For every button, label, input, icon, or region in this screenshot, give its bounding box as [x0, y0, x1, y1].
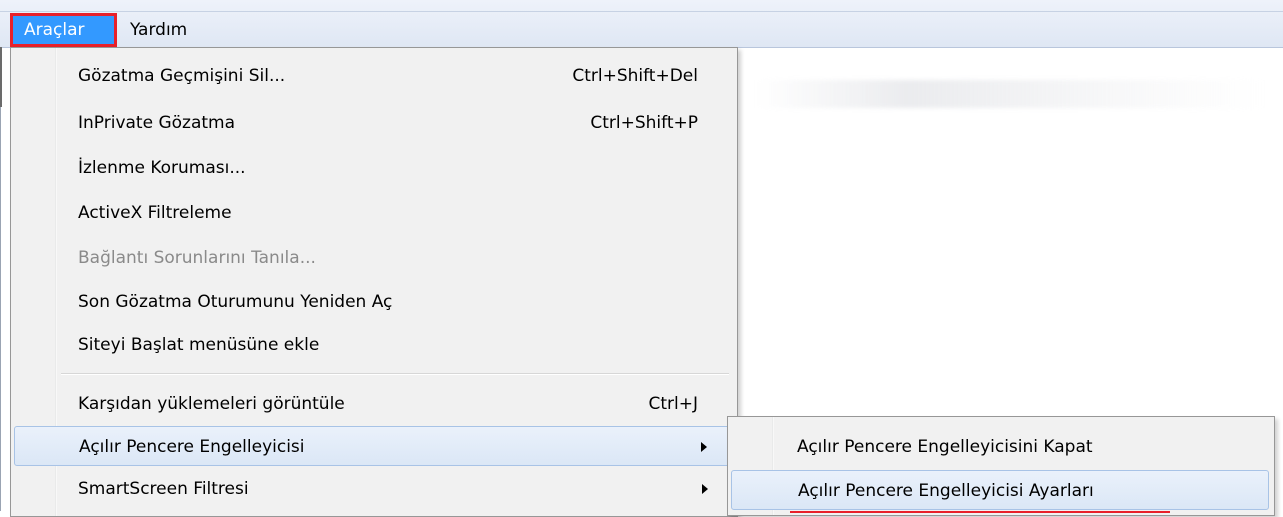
submenu-item-popup-blocker-settings[interactable]: Açılır Pencere Engelleyicisi Ayarları — [731, 470, 1269, 510]
menu-item-view-downloads[interactable]: Karşıdan yüklemeleri görüntüle Ctrl+J — [14, 384, 732, 424]
menu-item-reopen-last-session[interactable]: Son Gözatma Oturumunu Yeniden Aç — [14, 282, 732, 322]
menu-item-diagnose-connection: Bağlantı Sorunlarını Tanıla... — [14, 238, 732, 278]
menu-item-label: Bağlantı Sorunlarını Tanıla... — [78, 248, 316, 268]
menu-item-label: İzlenme Koruması... — [78, 158, 246, 178]
menu-item-shortcut: Ctrl+J — [648, 394, 698, 414]
page-content-faded — [755, 80, 1265, 108]
menu-item-label: Açılır Pencere Engelleyicisi — [79, 437, 305, 457]
menu-item-label: InPrivate Gözatma — [78, 113, 236, 133]
menu-item-label: Karşıdan yüklemeleri görüntüle — [78, 394, 345, 414]
menu-item-tracking-protection[interactable]: İzlenme Koruması... — [14, 148, 732, 188]
menu-separator — [61, 373, 729, 375]
tools-menu: Gözatma Geçmişini Sil... Ctrl+Shift+Del … — [10, 47, 738, 517]
menu-item-label: Gözatma Geçmişini Sil... — [78, 66, 286, 86]
menu-tools[interactable]: Araçlar — [10, 13, 117, 47]
menu-item-label: ActiveX Filtreleme — [78, 203, 232, 223]
menu-bar-border — [0, 11, 1283, 12]
menu-item-inprivate-browsing[interactable]: InPrivate Gözatma Ctrl+Shift+P — [14, 103, 732, 143]
menu-item-label: Açılır Pencere Engelleyicisi Ayarları — [798, 481, 1094, 501]
callout-underline — [790, 511, 1170, 513]
submenu-arrow-icon — [701, 442, 707, 452]
menu-help[interactable]: Yardım — [122, 13, 195, 47]
menu-item-add-site-to-start[interactable]: Siteyi Başlat menüsüne ekle — [14, 325, 732, 365]
popup-blocker-submenu: Açılır Pencere Engelleyicisini Kapat Açı… — [727, 416, 1275, 516]
menu-item-smartscreen-filter[interactable]: SmartScreen Filtresi — [14, 469, 732, 509]
menu-item-label: Son Gözatma Oturumunu Yeniden Aç — [78, 292, 393, 312]
menu-item-popup-blocker[interactable]: Açılır Pencere Engelleyicisi — [14, 426, 732, 466]
menu-item-delete-browsing-history[interactable]: Gözatma Geçmişini Sil... Ctrl+Shift+Del — [14, 56, 732, 96]
menu-item-label: SmartScreen Filtresi — [78, 479, 249, 499]
menu-item-label: Açılır Pencere Engelleyicisini Kapat — [797, 437, 1093, 457]
window-edge — [0, 47, 1, 511]
menu-bar: Araçlar Yardım — [0, 0, 1283, 48]
submenu-item-turn-off-popup-blocker[interactable]: Açılır Pencere Engelleyicisini Kapat — [731, 427, 1269, 467]
submenu-arrow-icon — [702, 484, 708, 494]
menu-item-label: Siteyi Başlat menüsüne ekle — [78, 335, 320, 355]
menu-item-shortcut: Ctrl+Shift+Del — [572, 66, 698, 86]
window-edge-dark — [0, 47, 2, 107]
menu-item-shortcut: Ctrl+Shift+P — [590, 113, 698, 133]
menu-item-activex-filtering[interactable]: ActiveX Filtreleme — [14, 193, 732, 233]
